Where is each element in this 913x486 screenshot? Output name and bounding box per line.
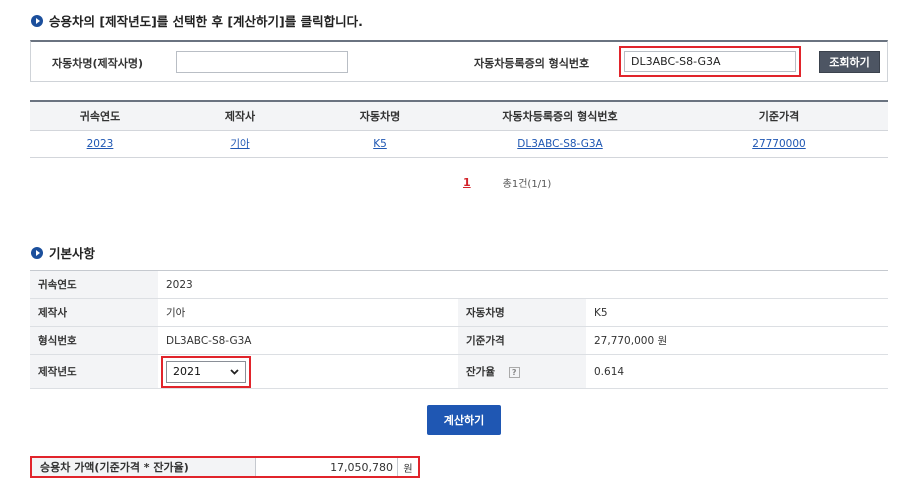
basic-heading: 기본사항 (31, 243, 95, 262)
mfg-year-label: 제작년도 (30, 354, 158, 389)
search-button[interactable]: 조회하기 (819, 51, 880, 73)
base-price-value: 27,770,000 원 (586, 326, 888, 355)
col-header-maker: 제작사 (170, 100, 310, 131)
mfg-year-selected: 2021 (173, 365, 201, 378)
type-label: 형식번호 (30, 326, 158, 355)
year-label: 귀속연도 (30, 270, 158, 299)
result-car-name-link[interactable]: K5 (373, 138, 387, 150)
col-header-type-no: 자동차등록증의 형식번호 (450, 100, 670, 131)
year-value: 2023 (158, 270, 888, 299)
col-header-car-name: 자동차명 (310, 100, 450, 131)
maker-label: 제작사 (30, 298, 158, 327)
mfg-year-highlight: 2021 (161, 355, 251, 388)
type-no-input[interactable] (624, 51, 796, 72)
bullet-arrow-icon (31, 14, 43, 27)
calculate-button[interactable]: 계산하기 (427, 405, 501, 435)
price-unit: 원 (403, 463, 413, 475)
car-name-label: 자동차명 (458, 298, 586, 327)
price-result: 승용차 가액(기준가격 * 잔가율) 17,050,780 원 (30, 456, 420, 478)
type-no-highlight (619, 46, 801, 77)
result-type-no-link[interactable]: DL3ABC-S8-G3A (517, 138, 602, 150)
table-row: 2023 기아 K5 DL3ABC-S8-G3A 27770000 (30, 130, 888, 158)
residual-label: 잔가율 (466, 366, 495, 378)
price-label: 승용차 가액(기준가격 * 잔가율) (32, 458, 257, 476)
vehicle-name-input[interactable] (176, 51, 348, 73)
step1-heading: 승용차의 [제작년도]를 선택한 후 [계산하기]를 클릭합니다. (31, 11, 363, 30)
residual-value: 0.614 (586, 354, 888, 389)
step1-heading-text: 승용차의 [제작년도]를 선택한 후 [계산하기]를 클릭합니다. (49, 14, 363, 29)
price-value: 17,050,780 (256, 458, 399, 476)
results-table: 귀속연도 제작사 자동차명 자동차등록증의 형식번호 기준가격 2023 기아 … (30, 100, 888, 158)
col-header-year: 귀속연도 (30, 100, 170, 131)
col-header-base-price: 기준가격 (670, 100, 888, 131)
maker-value: 기아 (158, 298, 458, 327)
mfg-year-select[interactable]: 2021 (166, 360, 246, 383)
basic-info-table: 귀속연도 2023 제작사 기아 자동차명 K5 형식번호 DL3ABC-S8-… (30, 270, 888, 389)
chevron-down-icon (230, 365, 239, 378)
car-name-value: K5 (586, 298, 888, 327)
bullet-arrow-icon (31, 246, 43, 259)
basic-heading-text: 기본사항 (49, 246, 96, 261)
help-icon[interactable]: ? (508, 366, 520, 378)
page-1-link[interactable]: 1 (463, 176, 471, 189)
total-count: 총1건(1/1) (502, 179, 552, 190)
search-panel: 자동차명(제작사명) 자동차등록증의 형식번호 조회하기 (30, 40, 888, 82)
type-value: DL3ABC-S8-G3A (158, 326, 458, 355)
base-price-label: 기준가격 (458, 326, 586, 355)
pagination: 1 총1건(1/1) (463, 175, 551, 190)
vehicle-name-label: 자동차명(제작사명) (52, 57, 144, 70)
result-base-price-link[interactable]: 27770000 (752, 138, 805, 150)
result-maker-link[interactable]: 기아 (230, 138, 249, 150)
type-no-label: 자동차등록증의 형식번호 (474, 57, 590, 70)
result-year-link[interactable]: 2023 (87, 138, 114, 150)
